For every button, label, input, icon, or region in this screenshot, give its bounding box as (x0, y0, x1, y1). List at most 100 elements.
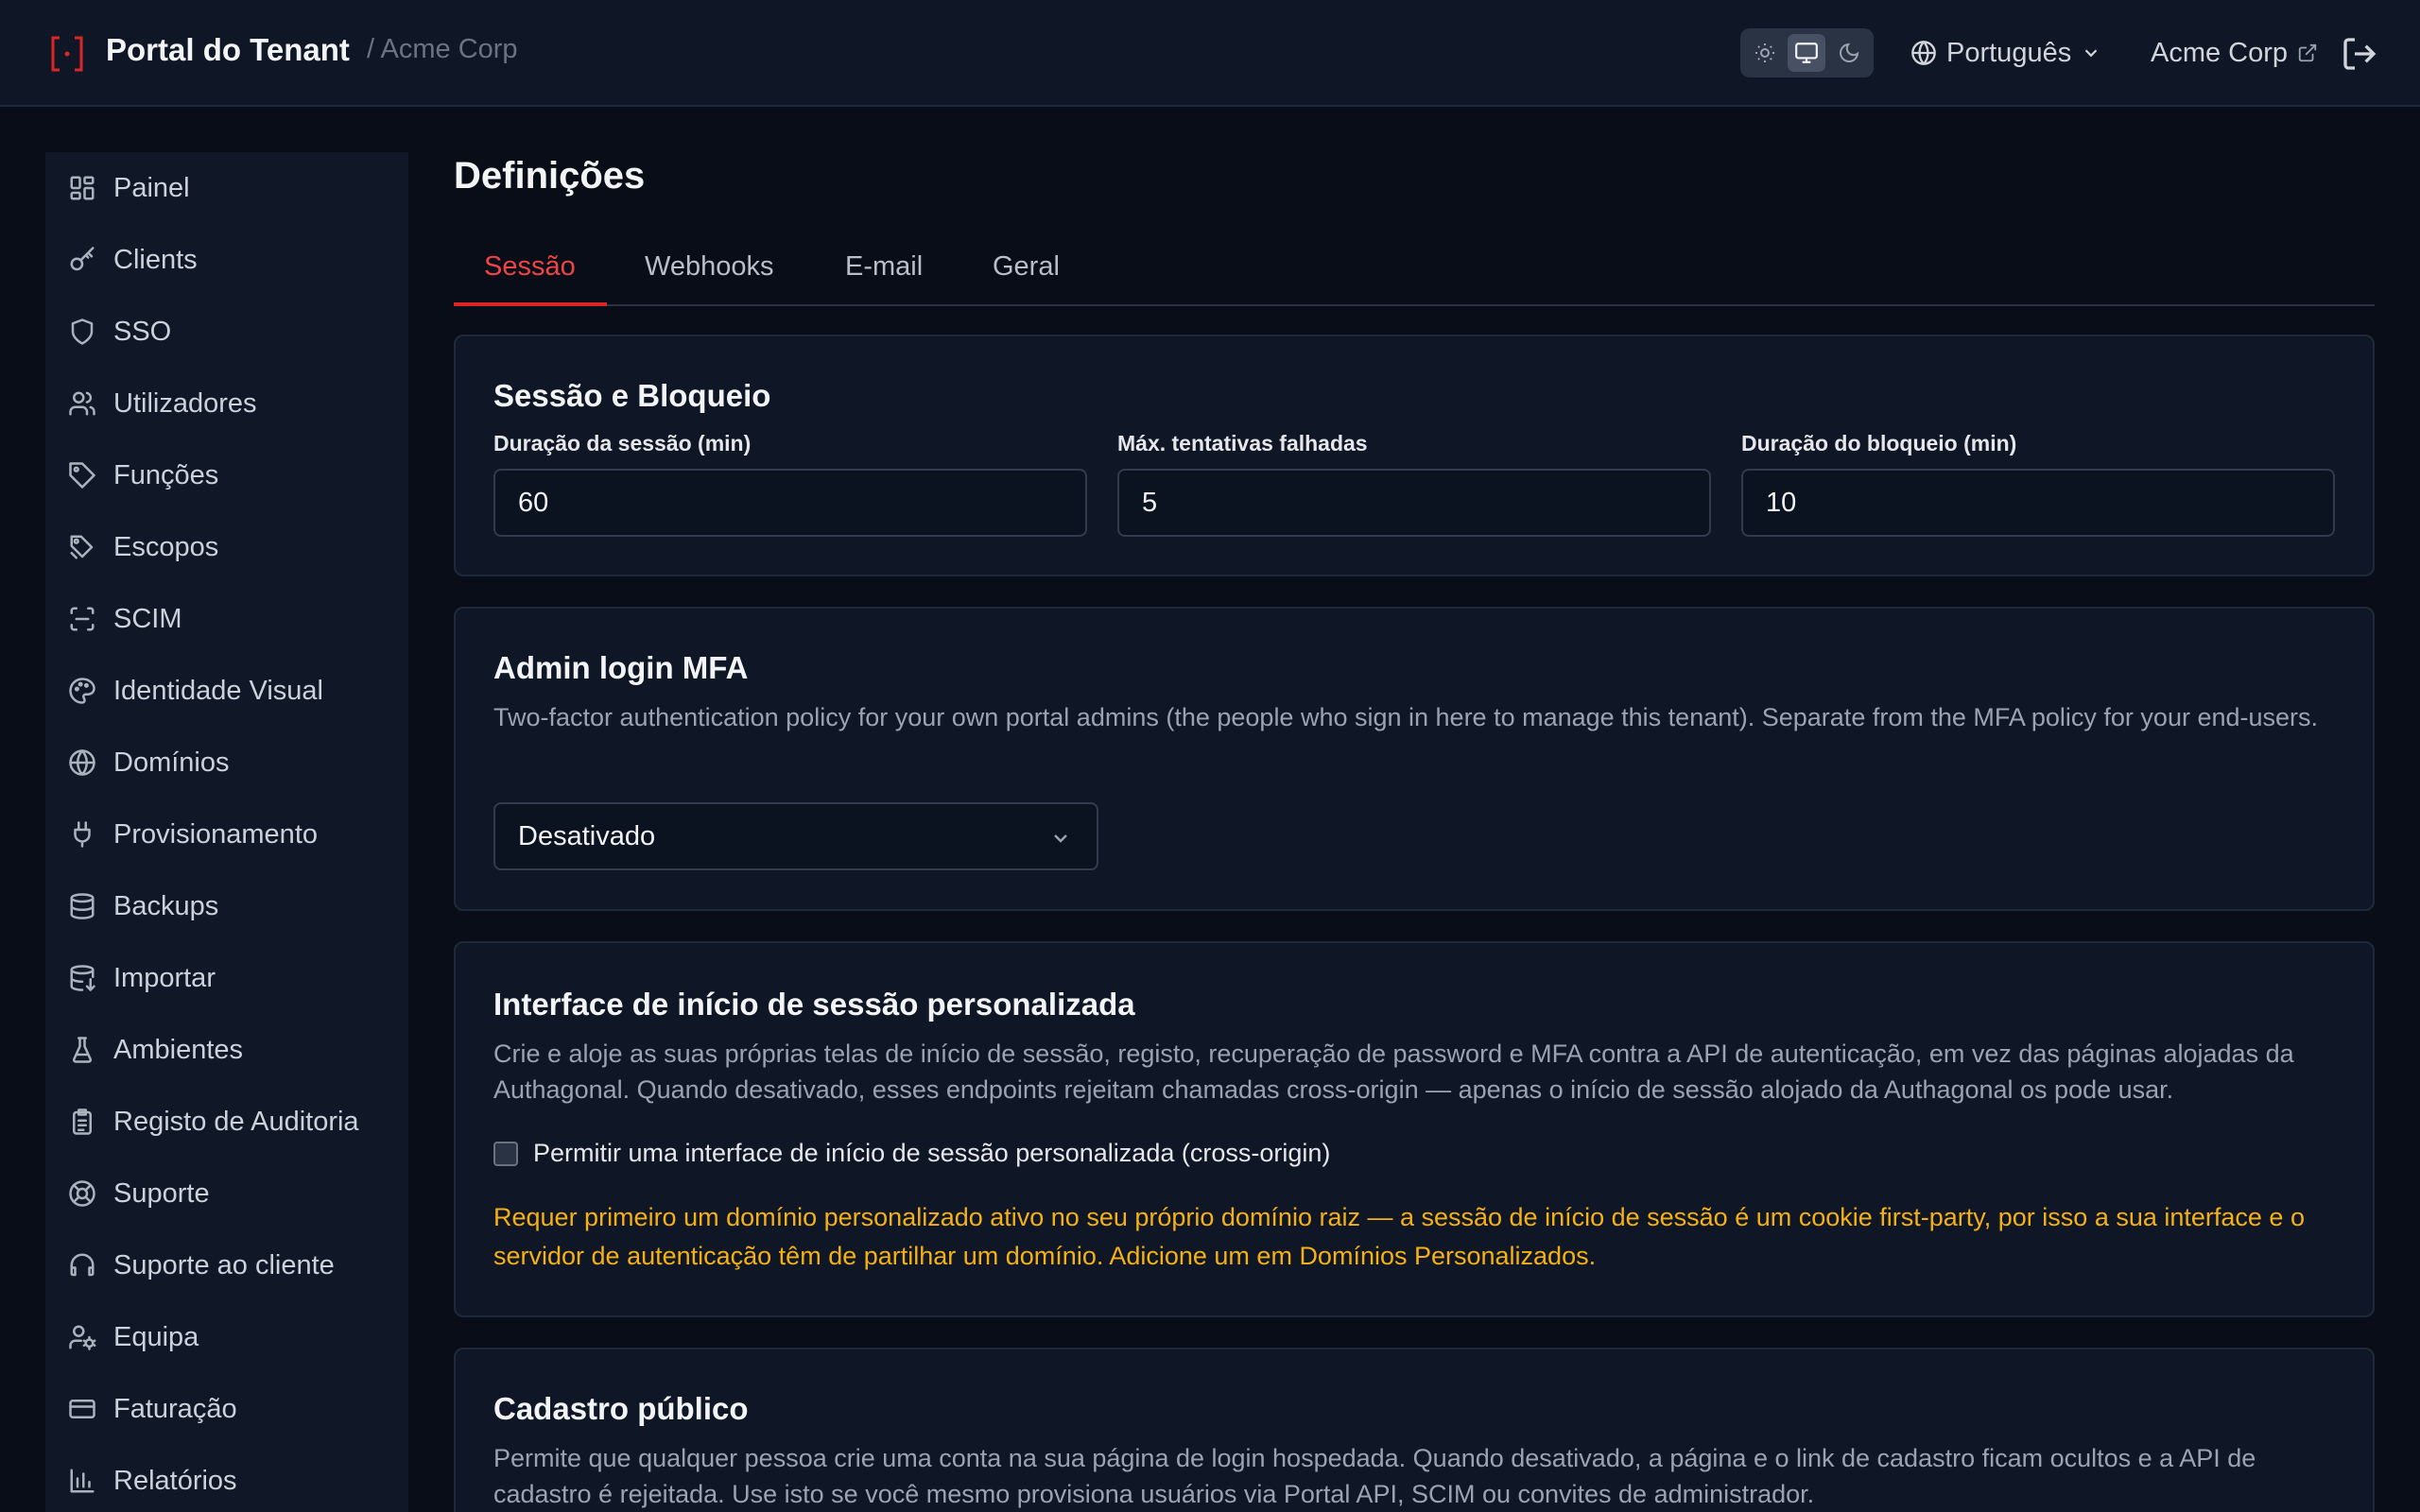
database-import-icon (66, 962, 98, 994)
session-duration-label: Duração da sessão (min) (493, 431, 752, 455)
session-card-title: Sessão e Bloqueio (493, 378, 771, 413)
tags-icon (66, 531, 98, 563)
admin-mfa-select[interactable]: Desativado (493, 802, 1098, 870)
brand-title[interactable]: Portal do Tenant (106, 32, 350, 68)
sidebar-item-label: SCIM (113, 603, 182, 634)
sidebar-item-ambientes[interactable]: Ambientes (45, 1022, 408, 1078)
sidebar-item-relatorios[interactable]: Relatórios (45, 1452, 408, 1509)
sidebar-item-label: Suporte ao cliente (113, 1249, 335, 1280)
theme-switcher (1740, 28, 1874, 77)
logout-icon[interactable] (2341, 35, 2378, 73)
account-name: Acme Corp (2151, 37, 2289, 68)
sidebar-item-clients[interactable]: Clients (45, 232, 408, 288)
tab-session[interactable]: Sessão (484, 251, 576, 304)
tab-general[interactable]: Geral (993, 251, 1060, 304)
admin-mfa-description: Two-factor authentication policy for you… (493, 703, 2319, 731)
palette-icon (66, 675, 98, 707)
tab-email[interactable]: E-mail (845, 251, 923, 304)
custom-login-checkbox-row[interactable]: Permitir uma interface de início de sess… (493, 1139, 1330, 1168)
page-title: Definições (454, 155, 646, 197)
sidebar-item-escopos[interactable]: Escopos (45, 519, 408, 576)
lockout-duration-input[interactable]: 10 (1741, 469, 2335, 537)
flask-icon (66, 1034, 98, 1066)
clipboard-icon (66, 1106, 98, 1138)
active-tab-indicator (454, 302, 607, 306)
sidebar-item-label: Registo de Auditoria (113, 1106, 359, 1137)
logo-icon (51, 36, 83, 72)
account-link[interactable]: Acme Corp (2151, 34, 2318, 72)
sidebar-item-faturacao[interactable]: Faturação (45, 1381, 408, 1437)
theme-light-button[interactable] (1746, 34, 1784, 72)
sidebar-item-equipa[interactable]: Equipa (45, 1309, 408, 1366)
sidebar-item-funcoes[interactable]: Funções (45, 447, 408, 504)
public-signup-card: Cadastro público Permite que qualquer pe… (454, 1348, 2375, 1512)
sidebar-item-label: Importar (113, 962, 216, 993)
sidebar-item-scim[interactable]: SCIM (45, 591, 408, 647)
sidebar-item-suporte-ao-cliente[interactable]: Suporte ao cliente (45, 1237, 408, 1294)
custom-login-card: Interface de início de sessão personaliz… (454, 941, 2375, 1317)
tag-icon (66, 459, 98, 491)
admin-mfa-selected-value: Desativado (518, 820, 656, 851)
sidebar-item-label: Utilizadores (113, 387, 257, 419)
sidebar-item-label: Ambientes (113, 1034, 244, 1065)
max-failed-attempts-label: Máx. tentativas falhadas (1117, 431, 1368, 455)
external-link-icon (2298, 43, 2317, 62)
user-cog-icon (66, 1321, 98, 1353)
custom-login-checkbox-label[interactable]: Permitir uma interface de início de sess… (533, 1139, 1330, 1168)
users-icon (66, 387, 98, 420)
language-label: Português (1946, 37, 2072, 68)
sidebar-item-dominios[interactable]: Domínios (45, 734, 408, 791)
sidebar-item-label: Suporte (113, 1177, 210, 1209)
scan-icon (66, 603, 98, 635)
sidebar-item-label: SSO (113, 316, 172, 347)
sidebar-item-label: Clients (113, 244, 198, 275)
globe-icon (1911, 41, 1936, 65)
key-icon (66, 244, 98, 276)
sidebar-item-backups[interactable]: Backups (45, 878, 408, 935)
sidebar-item-identidade-visual[interactable]: Identidade Visual (45, 662, 408, 719)
monitor-icon (1795, 43, 1818, 63)
sidebar-item-painel[interactable]: Painel (45, 160, 408, 216)
sidebar-item-label: Painel (113, 172, 190, 203)
top-header: Portal do Tenant / Acme Corp Português A… (0, 0, 2420, 107)
theme-dark-button[interactable] (1830, 34, 1868, 72)
sidebar-item-provisionamento[interactable]: Provisionamento (45, 806, 408, 863)
tab-webhooks[interactable]: Webhooks (645, 251, 774, 304)
admin-mfa-card: Admin login MFA Two-factor authenticatio… (454, 607, 2375, 911)
public-signup-title: Cadastro público (493, 1391, 749, 1426)
database-icon (66, 890, 98, 922)
sidebar-item-label: Domínios (113, 747, 230, 778)
sidebar-item-suporte[interactable]: Suporte (45, 1165, 408, 1222)
sidebar-item-registo-de-auditoria[interactable]: Registo de Auditoria (45, 1093, 408, 1150)
sidebar-item-sso[interactable]: SSO (45, 303, 408, 360)
theme-system-button[interactable] (1788, 34, 1825, 72)
sidebar-item-utilizadores[interactable]: Utilizadores (45, 375, 408, 432)
public-signup-description: Permite que qualquer pessoa crie uma con… (493, 1444, 2256, 1508)
sidebar-item-label: Provisionamento (113, 818, 318, 850)
sidebar-item-label: Equipa (113, 1321, 199, 1352)
sidebar-item-importar[interactable]: Importar (45, 950, 408, 1006)
credit-card-icon (66, 1393, 98, 1425)
plug-icon (66, 818, 98, 850)
sun-icon (1755, 43, 1774, 62)
sidebar: Painel Clients SSO Utilizadores Funções Escop… (45, 152, 408, 1512)
bar-chart-icon (66, 1465, 98, 1497)
custom-login-description: Crie e aloje as suas próprias telas de i… (493, 1040, 2294, 1104)
chevron-down-icon (1054, 834, 1067, 843)
sidebar-item-label: Funções (113, 459, 219, 490)
admin-mfa-title: Admin login MFA (493, 650, 749, 685)
custom-login-warning: Requer primeiro um domínio personalizado… (493, 1203, 2305, 1270)
max-failed-attempts-input[interactable]: 5 (1117, 469, 1711, 537)
sidebar-item-label: Identidade Visual (113, 675, 323, 706)
language-selector[interactable]: Português (1910, 34, 2101, 72)
settings-tabs: Sessão Webhooks E-mail Geral (454, 236, 2375, 306)
life-buoy-icon (66, 1177, 98, 1210)
sidebar-item-label: Relatórios (113, 1465, 237, 1496)
moon-icon (1840, 43, 1859, 62)
shield-icon (66, 316, 98, 348)
dashboard-icon (66, 172, 98, 204)
chevron-down-icon (2084, 49, 2098, 58)
custom-login-checkbox[interactable] (493, 1141, 518, 1166)
tenant-breadcrumb: / Acme Corp (367, 34, 518, 64)
session-duration-input[interactable]: 60 (493, 469, 1087, 537)
